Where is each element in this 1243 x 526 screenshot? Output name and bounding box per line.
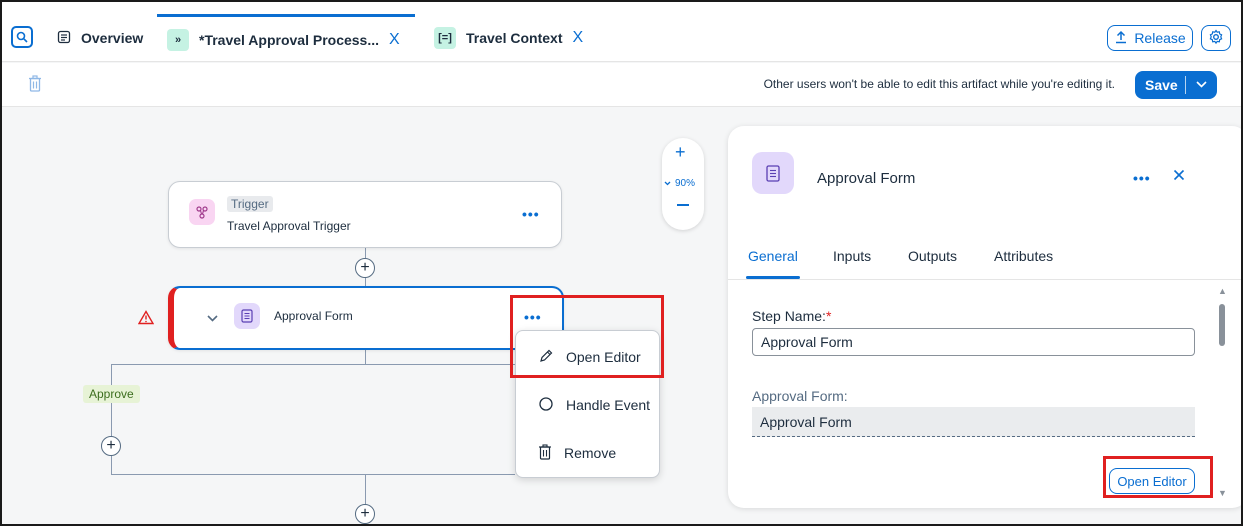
more-icon[interactable]: ••• [524, 309, 542, 325]
more-icon[interactable]: ••• [522, 206, 540, 222]
tab-attributes[interactable]: Attributes [994, 248, 1053, 264]
document-icon [57, 30, 71, 47]
connector-line [111, 364, 515, 365]
more-icon[interactable]: ••• [1133, 170, 1151, 186]
close-icon[interactable]: X [389, 31, 400, 49]
step-name-input[interactable]: Approval Form [752, 328, 1195, 356]
menu-item-label: Open Editor [566, 349, 641, 365]
menu-item-open-editor[interactable]: Open Editor [516, 333, 659, 381]
connector-line [111, 364, 112, 474]
trigger-name: Travel Approval Trigger [227, 219, 351, 233]
panel-scrollbar[interactable]: ▲ ▼ [1216, 286, 1230, 506]
save-button[interactable]: Save [1135, 71, 1217, 99]
edit-lock-message: Other users won't be able to edit this a… [763, 77, 1115, 91]
close-icon[interactable] [1173, 169, 1185, 184]
scrollbar-thumb[interactable] [1219, 304, 1225, 346]
approval-form-node-name: Approval Form [274, 309, 353, 323]
add-step-icon[interactable]: + [355, 258, 375, 278]
search-icon[interactable] [11, 26, 33, 48]
tab-outputs[interactable]: Outputs [908, 248, 957, 264]
branch-label-approve: Approve [83, 385, 140, 403]
zoom-level: 90% [675, 178, 696, 189]
tab-process[interactable]: » *Travel Approval Process... X [157, 14, 415, 62]
panel-tab-bar: General Inputs Outputs Attributes [728, 236, 1241, 280]
delete-icon[interactable] [28, 75, 42, 96]
menu-item-label: Handle Event [566, 397, 651, 413]
approval-form-field: Approval Form [752, 407, 1195, 437]
settings-button[interactable] [1201, 25, 1231, 51]
connector-line [111, 474, 515, 475]
tab-overview[interactable]: Overview [57, 14, 143, 62]
panel-title: Approval Form [817, 170, 916, 187]
tab-context[interactable]: [=] Travel Context X [434, 14, 583, 62]
approval-form-label: Approval Form: [752, 388, 848, 404]
form-icon [752, 152, 794, 194]
add-step-icon[interactable]: + [101, 436, 121, 456]
save-label: Save [1145, 77, 1178, 93]
tab-inputs[interactable]: Inputs [833, 248, 871, 264]
warning-icon [137, 310, 155, 328]
gear-icon [1208, 28, 1224, 48]
delete-icon [538, 443, 552, 463]
step-context-menu: Open Editor Handle Event Remove [515, 330, 660, 478]
tab-context-label: Travel Context [466, 30, 563, 46]
chevron-down-icon[interactable] [1186, 79, 1217, 91]
process-icon: » [167, 28, 189, 51]
properties-panel: Approval Form ••• General Inputs Outputs… [728, 126, 1241, 508]
tab-overview-label: Overview [81, 30, 144, 46]
chevron-down-icon [664, 181, 671, 186]
context-icon: [=] [434, 27, 456, 49]
pencil-icon [538, 348, 554, 367]
toolbar: Other users won't be able to edit this a… [2, 63, 1241, 107]
active-tab-indicator [746, 276, 800, 279]
zoom-out-icon[interactable] [677, 204, 689, 206]
step-name-label: Step Name:* [752, 308, 832, 324]
open-editor-button[interactable]: Open Editor [1109, 468, 1195, 494]
form-icon [234, 303, 260, 329]
menu-item-handle-event[interactable]: Handle Event [516, 381, 659, 429]
save-divider [1185, 76, 1186, 94]
chevron-down-icon[interactable] [207, 310, 218, 325]
tab-process-label: *Travel Approval Process... [199, 31, 380, 48]
zoom-control: + 90% [662, 138, 704, 230]
open-editor-label: Open Editor [1117, 473, 1187, 489]
trigger-icon [189, 199, 215, 225]
app-window: Overview » *Travel Approval Process... X… [0, 0, 1243, 526]
menu-item-remove[interactable]: Remove [516, 429, 659, 477]
add-step-icon[interactable]: + [355, 504, 375, 524]
trigger-node[interactable]: Trigger Travel Approval Trigger ••• [168, 181, 562, 248]
required-mark: * [825, 308, 832, 324]
zoom-level-select[interactable]: 90% [664, 178, 695, 189]
trigger-badge: Trigger [227, 196, 273, 212]
release-label: Release [1134, 30, 1186, 46]
circle-icon [538, 396, 554, 415]
approval-form-node[interactable]: Approval Form ••• [168, 286, 564, 350]
release-button[interactable]: Release [1107, 25, 1193, 51]
close-icon[interactable]: X [572, 29, 583, 47]
scroll-down-icon[interactable]: ▼ [1218, 488, 1227, 498]
upload-icon [1114, 30, 1128, 47]
tab-general[interactable]: General [748, 248, 798, 264]
menu-item-label: Remove [564, 445, 617, 461]
connector-line [365, 350, 366, 364]
tab-bar: Overview » *Travel Approval Process... X… [2, 2, 1241, 62]
scroll-up-icon[interactable]: ▲ [1218, 286, 1227, 296]
zoom-in-icon[interactable]: + [675, 142, 686, 163]
